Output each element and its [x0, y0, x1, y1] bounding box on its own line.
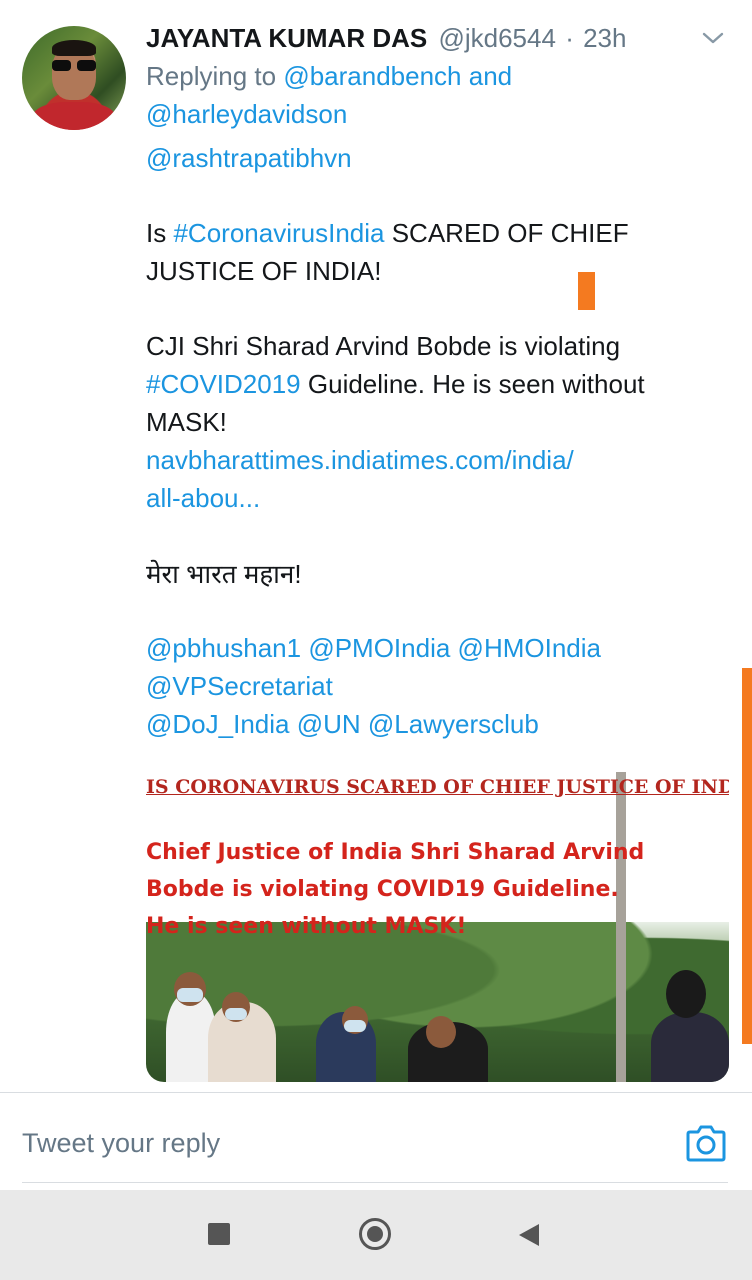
screen: JAYANTA KUMAR DAS @jkd6544 · 23h Replyin… [0, 0, 752, 1280]
media-body-line: Bobde is violating COVID19 Guideline. [146, 877, 619, 902]
mention-link[interactable]: @VPSecretariat [146, 671, 333, 701]
tweet-mention-line: @rashtrapatibhvn [146, 139, 726, 177]
mention-link[interactable]: @UN [297, 709, 361, 739]
system-navigation-bar [0, 1190, 752, 1280]
dot-separator: · [565, 23, 574, 53]
tweet-media-image[interactable]: IS CORONAVIRUS SCARED OF CHIEF JUSTICE O… [146, 752, 729, 1082]
sunglass-lens-right [77, 60, 96, 71]
tweet-mentions: @pbhushan1 @PMOIndia @HMOIndia @VPSecret… [146, 629, 726, 743]
avatar-hair [52, 40, 96, 56]
mention-link[interactable]: @PMOIndia [308, 633, 450, 663]
tweet-text-segment: मेरा भारत महान! [146, 559, 302, 589]
chevron-down-icon[interactable] [698, 26, 728, 50]
reply-mention-link[interactable]: @barandbench [283, 61, 461, 91]
tweet-author-line: JAYANTA KUMAR DAS @jkd6544 · 23h [146, 20, 626, 56]
author-handle[interactable]: @jkd6544 [438, 23, 555, 53]
hashtag-link[interactable]: #COVID2019 [146, 369, 301, 399]
tweet-hindi-line: मेरा भारत महान! [146, 555, 726, 593]
tweet-paragraph: Is #CoronavirusIndia SCARED OF CHIEF JUS… [146, 214, 726, 290]
tweet-text-segment: Is [146, 218, 167, 248]
article-link[interactable]: navbharattimes.indiatimes.com/india/ [146, 445, 574, 475]
article-link[interactable]: all-abou... [146, 483, 260, 513]
mention-link[interactable]: @rashtrapatibhvn [146, 143, 352, 173]
circle-icon[interactable] [359, 1218, 391, 1250]
author-avatar[interactable] [22, 26, 126, 130]
mention-link[interactable]: @pbhushan1 [146, 633, 301, 663]
person-head [426, 1016, 456, 1048]
media-headline: IS CORONAVIRUS SCARED OF CHIEF JUSTICE O… [146, 776, 729, 798]
media-body-line: Chief Justice of India Shri Sharad Arvin… [146, 840, 645, 865]
person [651, 1012, 729, 1082]
tweet-paragraph: CJI Shri Sharad Arvind Bobde is violatin… [146, 327, 726, 517]
reply-mention-link[interactable]: @harleydavidson [146, 99, 347, 129]
replying-to: Replying to @barandbench and @harleydavi… [146, 57, 726, 133]
divider [0, 1092, 752, 1093]
reply-input[interactable] [22, 1120, 622, 1166]
reply-conjunction: and [468, 61, 513, 91]
triangle-back-icon[interactable] [517, 1223, 541, 1247]
home-dot [367, 1226, 383, 1242]
media-body-line: He is seen without MASK! [146, 914, 467, 939]
square-icon[interactable] [208, 1223, 230, 1245]
media-photo-scene [146, 772, 729, 1082]
person-head [666, 970, 706, 1018]
tweet-timestamp[interactable]: 23h [583, 23, 626, 53]
sunglass-lens-left [52, 60, 71, 71]
orange-marker [578, 272, 595, 310]
mention-link[interactable]: @DoJ_India [146, 709, 289, 739]
replying-prefix: Replying to [146, 61, 277, 91]
avatar-shirt [32, 102, 116, 130]
face-mask [225, 1008, 247, 1020]
camera-icon[interactable] [684, 1122, 728, 1164]
media-body-text: Chief Justice of India Shri Sharad Arvin… [146, 834, 646, 945]
face-mask [177, 988, 203, 1002]
tweet-text-segment: CJI Shri Sharad Arvind Bobde is violatin… [146, 331, 621, 361]
avatar-sunglasses [52, 60, 96, 72]
author-name[interactable]: JAYANTA KUMAR DAS [146, 23, 427, 53]
face-mask [344, 1020, 366, 1032]
scrollbar-thumb[interactable] [742, 668, 752, 1044]
hashtag-link[interactable]: #CoronavirusIndia [173, 218, 384, 248]
mention-link[interactable]: @Lawyersclub [368, 709, 539, 739]
divider [22, 1182, 728, 1183]
mention-link[interactable]: @HMOIndia [458, 633, 601, 663]
